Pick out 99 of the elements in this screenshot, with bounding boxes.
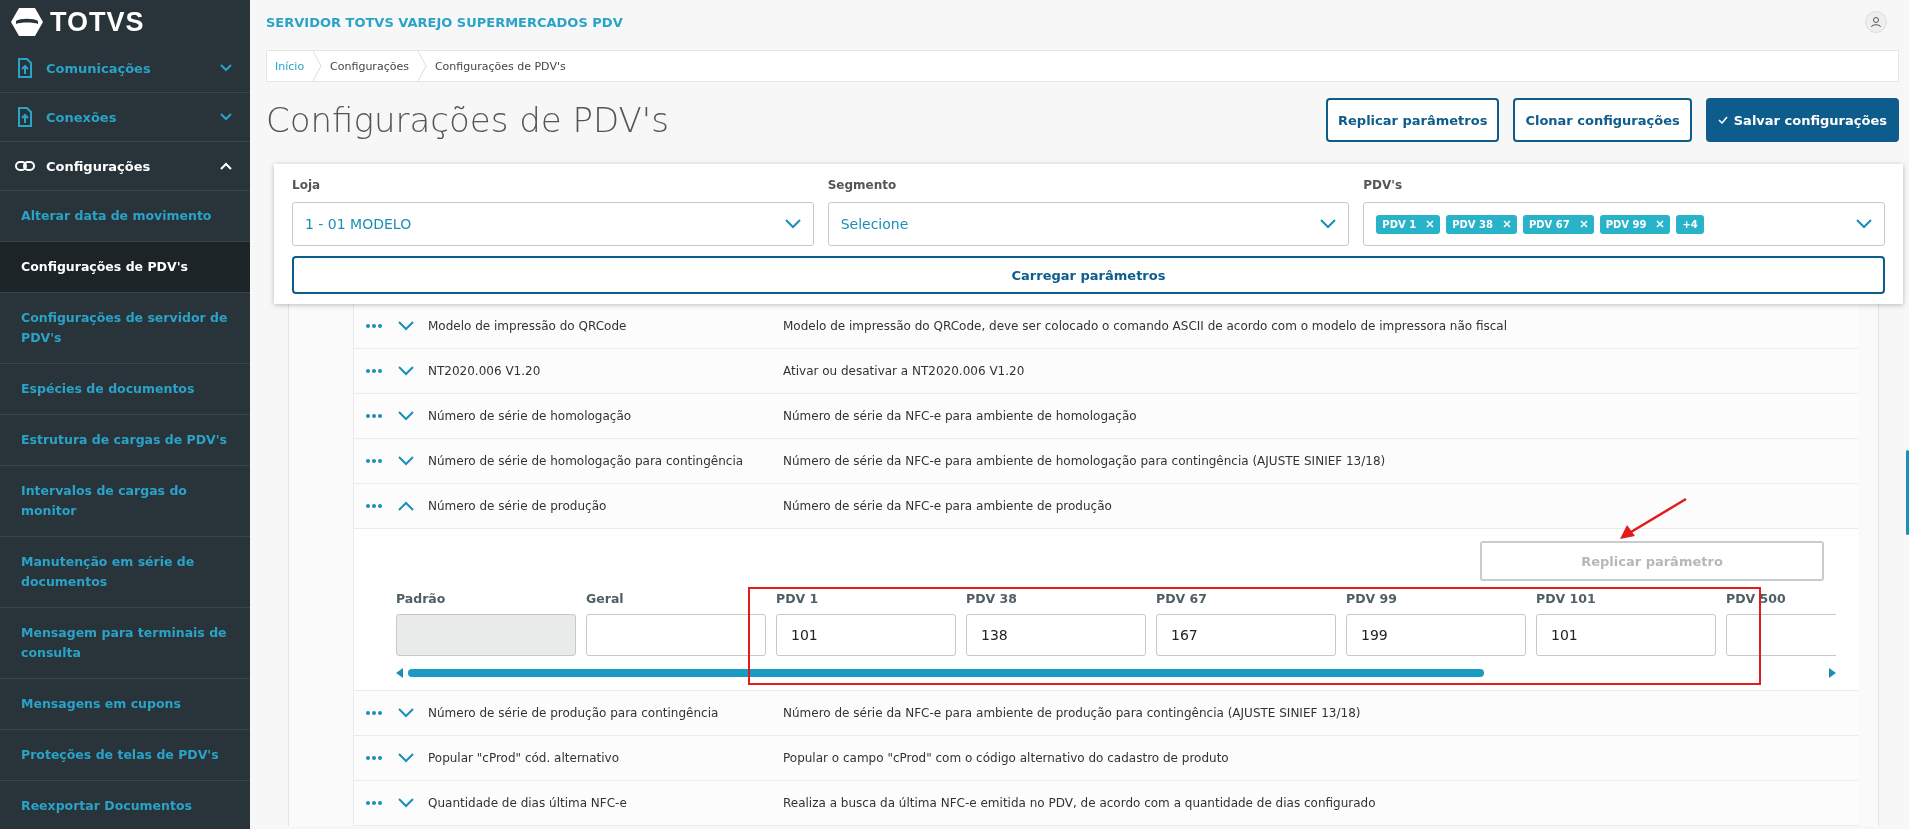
sidebar-item[interactable]: Intervalos de cargas do monitor bbox=[0, 466, 250, 537]
field-label: Loja bbox=[292, 178, 322, 192]
column-label: PDV 99 bbox=[1346, 591, 1398, 606]
parameter-name: Modelo de impressão do QRCode bbox=[428, 319, 628, 333]
chevron-icon[interactable] bbox=[398, 501, 414, 511]
chevron-icon[interactable] bbox=[398, 456, 414, 466]
parameter-description: Modelo de impressão do QRCode, deve ser colocado o comando ASCII de acordo com o modelo de impressora não fiscal bbox=[783, 319, 1508, 333]
scroll-left-icon[interactable] bbox=[396, 668, 404, 678]
sidebar-item[interactable]: Espécies de documentos bbox=[0, 364, 250, 415]
chevron-down-icon bbox=[1856, 219, 1872, 229]
sidebar-item[interactable]: Mensagens em cupons bbox=[0, 679, 250, 730]
column-label: PDV 38 bbox=[966, 591, 1018, 606]
link-icon bbox=[14, 160, 36, 172]
sidebar-item[interactable]: Configurações de PDV's bbox=[0, 242, 250, 293]
more-options-icon[interactable] bbox=[366, 711, 382, 715]
segment-select[interactable]: Selecione bbox=[827, 202, 1350, 246]
input-field[interactable]: 199 bbox=[1346, 614, 1526, 656]
more-options-icon[interactable] bbox=[366, 459, 382, 463]
parameter-description: Ativar ou desativar a NT2020.006 V1.20 bbox=[783, 364, 1025, 378]
more-options-icon[interactable] bbox=[366, 801, 382, 805]
breadcrumb-item: Configurações bbox=[330, 59, 409, 73]
chevron-icon[interactable] bbox=[398, 411, 414, 421]
action-button[interactable]: Salvar configurações bbox=[1705, 98, 1899, 142]
close-icon[interactable] bbox=[1502, 220, 1511, 228]
field-label: PDV's bbox=[1363, 178, 1404, 192]
pdv-tag: PDV 1 bbox=[1376, 214, 1441, 234]
column-label: PDV 101 bbox=[1536, 591, 1597, 606]
chevron-icon[interactable] bbox=[398, 753, 414, 763]
parameter-description: Número de série da NFC-e para ambiente de produção bbox=[783, 499, 1112, 513]
more-options-icon[interactable] bbox=[366, 369, 382, 373]
action-button[interactable]: Replicar parâmetros bbox=[1326, 98, 1500, 142]
close-icon[interactable] bbox=[1579, 220, 1588, 228]
chevron-down-icon bbox=[1320, 219, 1337, 229]
parameter-description: Número de série da NFC-e para ambiente de homologação bbox=[783, 409, 1137, 423]
store-select[interactable]: 1 - 01 MODELO bbox=[292, 202, 814, 246]
more-count-tag: +4 bbox=[1676, 214, 1704, 234]
chevron-icon bbox=[220, 162, 232, 170]
column-label: PDV 67 bbox=[1156, 591, 1208, 606]
close-icon[interactable] bbox=[1656, 220, 1665, 228]
chevron-down-icon bbox=[784, 219, 801, 229]
breadcrumb-item: Configurações de PDV's bbox=[434, 59, 566, 73]
parameter-description: Número de série da NFC-e para ambiente de produção para contingência (AJUSTE SINIEF 13/18) bbox=[783, 706, 1361, 720]
more-options-icon[interactable] bbox=[366, 414, 382, 418]
check-icon bbox=[1717, 116, 1728, 124]
pdv-tag: PDV 99 bbox=[1599, 214, 1671, 234]
sidebar-item[interactable]: Proteções de telas de PDV's bbox=[0, 730, 250, 781]
close-icon[interactable] bbox=[1426, 220, 1435, 228]
sidebar-group[interactable]: Conexões bbox=[0, 93, 250, 142]
input-field[interactable]: 101 bbox=[776, 614, 956, 656]
input-field[interactable] bbox=[586, 614, 766, 656]
parameter-description: Popular o campo "cProd" com o código alternativo do cadastro de produto bbox=[783, 751, 1229, 765]
logo-icon bbox=[10, 7, 44, 37]
breadcrumb-link[interactable]: Início bbox=[275, 59, 305, 73]
brand-name: TOTVS bbox=[50, 6, 145, 38]
horizontal-scrollbar[interactable] bbox=[396, 668, 1836, 678]
parameter-name: Popular "cProd" cód. alternativo bbox=[428, 751, 621, 765]
page-scrollbar[interactable] bbox=[1906, 450, 1909, 535]
column-label: PDV 500 bbox=[1726, 591, 1787, 606]
parameter-name: NT2020.006 V1.20 bbox=[428, 364, 542, 378]
sidebar-item[interactable]: Configurações de servidor de PDV's bbox=[0, 293, 250, 364]
sidebar-item[interactable]: Manutenção em série de documentos bbox=[0, 537, 250, 608]
annotation-arrow bbox=[1618, 497, 1688, 541]
column-label: Geral bbox=[586, 591, 625, 606]
parameter-name: Número de série de homologação bbox=[428, 409, 633, 423]
parameter-description: Número de série da NFC-e para ambiente de homologação para contingência (AJUSTE SINIEF 13/18) bbox=[783, 454, 1386, 468]
parameter-name: Número de série de produção bbox=[428, 499, 608, 513]
chevron-icon[interactable] bbox=[398, 798, 414, 808]
pdv-tag: PDV 38 bbox=[1446, 214, 1517, 234]
app-title: SERVIDOR TOTVS VAREJO SUPERMERCADOS PDV bbox=[266, 14, 623, 30]
chevron-icon[interactable] bbox=[398, 321, 414, 331]
column-label: PDV 1 bbox=[776, 591, 820, 606]
parameter-description: Realiza a busca da última NFC-e emitida no PDV, de acordo com a quantidade de dias configurado bbox=[783, 796, 1376, 810]
pdv-tag: PDV 67 bbox=[1522, 214, 1594, 234]
scroll-right-icon[interactable] bbox=[1828, 668, 1836, 678]
sidebar-group[interactable]: Comunicações bbox=[0, 44, 250, 93]
chevron-icon bbox=[220, 64, 232, 72]
parameter-name: Quantidade de dias última NFC-e bbox=[428, 796, 628, 810]
sidebar-item[interactable]: Estrutura de cargas de PDV's bbox=[0, 415, 250, 466]
more-options-icon[interactable] bbox=[366, 324, 382, 328]
sidebar-group[interactable]: Configurações bbox=[0, 142, 250, 191]
action-button[interactable]: Clonar configurações bbox=[1513, 98, 1692, 142]
parameter-name: Número de série de homologação para contingência bbox=[428, 454, 745, 468]
field-label: Segmento bbox=[827, 178, 898, 192]
input-field[interactable]: 138 bbox=[966, 614, 1146, 656]
column-label: Padrão bbox=[396, 591, 447, 606]
parameter-name: Número de série de produção para contingência bbox=[428, 706, 720, 720]
sidebar-item[interactable]: Reexportar Documentos bbox=[0, 781, 250, 829]
more-options-icon[interactable] bbox=[366, 756, 382, 760]
input-field[interactable]: 101 bbox=[1536, 614, 1716, 656]
page-title: Configurações de PDV's bbox=[266, 100, 669, 140]
user-avatar-icon[interactable] bbox=[1865, 11, 1887, 33]
chevron-icon[interactable] bbox=[398, 366, 414, 376]
chevron-icon bbox=[220, 113, 232, 121]
pdv-multiselect[interactable]: PDV 1 PDV 38 PDV 67 PDV 99 +4 bbox=[1363, 202, 1885, 246]
sidebar-item[interactable]: Mensagem para terminais de consulta bbox=[0, 608, 250, 679]
chevron-icon[interactable] bbox=[398, 708, 414, 718]
input-field[interactable]: 167 bbox=[1156, 614, 1336, 656]
more-options-icon[interactable] bbox=[366, 504, 382, 508]
load-parameters-button[interactable]: Carregar parâmetros bbox=[292, 256, 1885, 294]
